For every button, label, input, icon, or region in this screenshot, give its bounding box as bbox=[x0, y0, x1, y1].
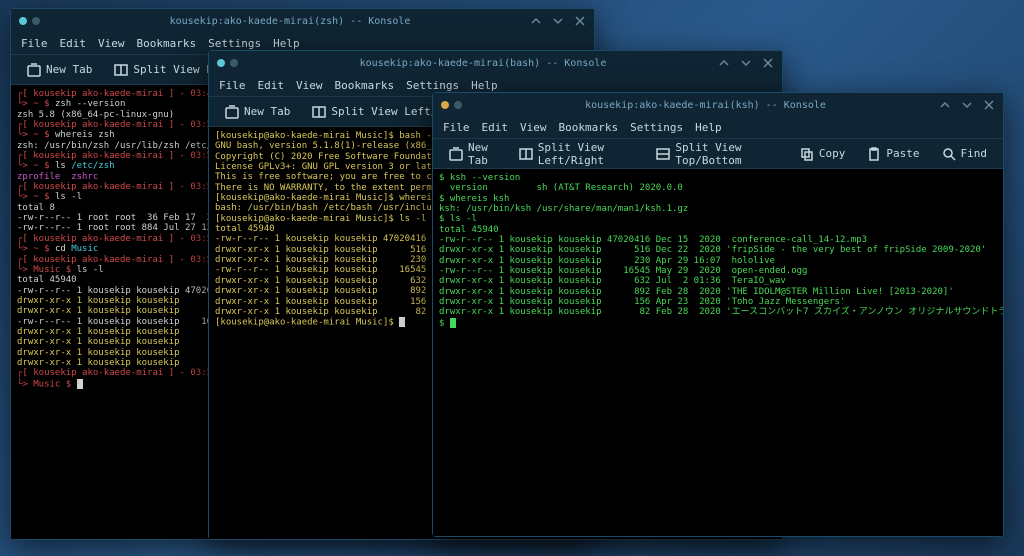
splitlr-icon bbox=[312, 105, 326, 119]
minimize-button[interactable] bbox=[530, 15, 542, 27]
menubar: File Edit View Bookmarks Settings Help bbox=[433, 117, 1003, 139]
copy-button[interactable]: Copy bbox=[792, 143, 854, 165]
menu-file[interactable]: File bbox=[21, 37, 48, 50]
splitlr-label: Split View Left/Right bbox=[538, 141, 635, 167]
copy-label: Copy bbox=[819, 147, 846, 160]
minimize-button[interactable] bbox=[939, 99, 951, 111]
paste-icon bbox=[867, 147, 881, 161]
newtab-label: New Tab bbox=[468, 141, 497, 167]
maximize-button[interactable] bbox=[552, 15, 564, 27]
tab-dot-active[interactable] bbox=[217, 59, 225, 67]
menu-view[interactable]: View bbox=[520, 121, 547, 134]
menu-edit[interactable]: Edit bbox=[482, 121, 509, 134]
tab-dots bbox=[217, 59, 238, 67]
toolbar: New Tab Split View Left/Right Split View… bbox=[433, 139, 1003, 169]
maximize-button[interactable] bbox=[740, 57, 752, 69]
close-button[interactable] bbox=[983, 99, 995, 111]
newtab-button[interactable]: New Tab bbox=[217, 101, 298, 123]
tab-dots bbox=[19, 17, 40, 25]
newtab-button[interactable]: New Tab bbox=[441, 137, 505, 171]
tab-dot[interactable] bbox=[230, 59, 238, 67]
window-title: kousekip:ako-kaede-mirai(zsh) -- Konsole bbox=[50, 16, 530, 27]
search-icon bbox=[942, 147, 956, 161]
splittb-label: Split View Top/Bottom bbox=[675, 141, 772, 167]
splittb-icon bbox=[656, 147, 670, 161]
tab-dot[interactable] bbox=[32, 17, 40, 25]
find-button[interactable]: Find bbox=[934, 143, 996, 165]
titlebar[interactable]: kousekip:ako-kaede-mirai(ksh) -- Konsole bbox=[433, 93, 1003, 117]
splittb-button[interactable]: Split View Top/Bottom bbox=[648, 137, 780, 171]
find-label: Find bbox=[961, 147, 988, 160]
menu-help[interactable]: Help bbox=[695, 121, 722, 134]
titlebar[interactable]: kousekip:ako-kaede-mirai(bash) -- Konsol… bbox=[209, 51, 782, 75]
copy-icon bbox=[800, 147, 814, 161]
menu-settings[interactable]: Settings bbox=[208, 37, 261, 50]
newtab-label: New Tab bbox=[244, 105, 290, 118]
tab-dot-active[interactable] bbox=[19, 17, 27, 25]
terminal-output[interactable]: $ ksh --version version sh (AT&T Researc… bbox=[433, 169, 1003, 536]
minimize-button[interactable] bbox=[718, 57, 730, 69]
menu-help[interactable]: Help bbox=[273, 37, 300, 50]
paste-button[interactable]: Paste bbox=[859, 143, 927, 165]
newtab-label: New Tab bbox=[46, 63, 92, 76]
newtab-button[interactable]: New Tab bbox=[19, 59, 100, 81]
maximize-button[interactable] bbox=[961, 99, 973, 111]
menu-view[interactable]: View bbox=[98, 37, 125, 50]
close-button[interactable] bbox=[762, 57, 774, 69]
menu-file[interactable]: File bbox=[219, 79, 246, 92]
menu-edit[interactable]: Edit bbox=[258, 79, 285, 92]
splitlr-icon bbox=[519, 147, 533, 161]
newtab-icon bbox=[225, 105, 239, 119]
paste-label: Paste bbox=[886, 147, 919, 160]
menu-file[interactable]: File bbox=[443, 121, 470, 134]
menu-help[interactable]: Help bbox=[471, 79, 498, 92]
menu-edit[interactable]: Edit bbox=[60, 37, 87, 50]
menu-view[interactable]: View bbox=[296, 79, 323, 92]
newtab-icon bbox=[449, 147, 463, 161]
titlebar[interactable]: kousekip:ako-kaede-mirai(zsh) -- Konsole bbox=[11, 9, 594, 33]
splitlr-icon bbox=[114, 63, 128, 77]
splitlr-button[interactable]: Split View Left/Right bbox=[511, 137, 643, 171]
tab-dot-active[interactable] bbox=[441, 101, 449, 109]
konsole-window-ksh: kousekip:ako-kaede-mirai(ksh) -- Konsole… bbox=[432, 92, 1004, 537]
menu-settings[interactable]: Settings bbox=[406, 79, 459, 92]
tab-dots bbox=[441, 101, 462, 109]
window-title: kousekip:ako-kaede-mirai(ksh) -- Konsole bbox=[472, 100, 939, 111]
window-title: kousekip:ako-kaede-mirai(bash) -- Konsol… bbox=[248, 58, 718, 69]
menu-bookmarks[interactable]: Bookmarks bbox=[137, 37, 197, 50]
menu-bookmarks[interactable]: Bookmarks bbox=[559, 121, 619, 134]
menu-bookmarks[interactable]: Bookmarks bbox=[335, 79, 395, 92]
newtab-icon bbox=[27, 63, 41, 77]
close-button[interactable] bbox=[574, 15, 586, 27]
menu-settings[interactable]: Settings bbox=[630, 121, 683, 134]
tab-dot[interactable] bbox=[454, 101, 462, 109]
